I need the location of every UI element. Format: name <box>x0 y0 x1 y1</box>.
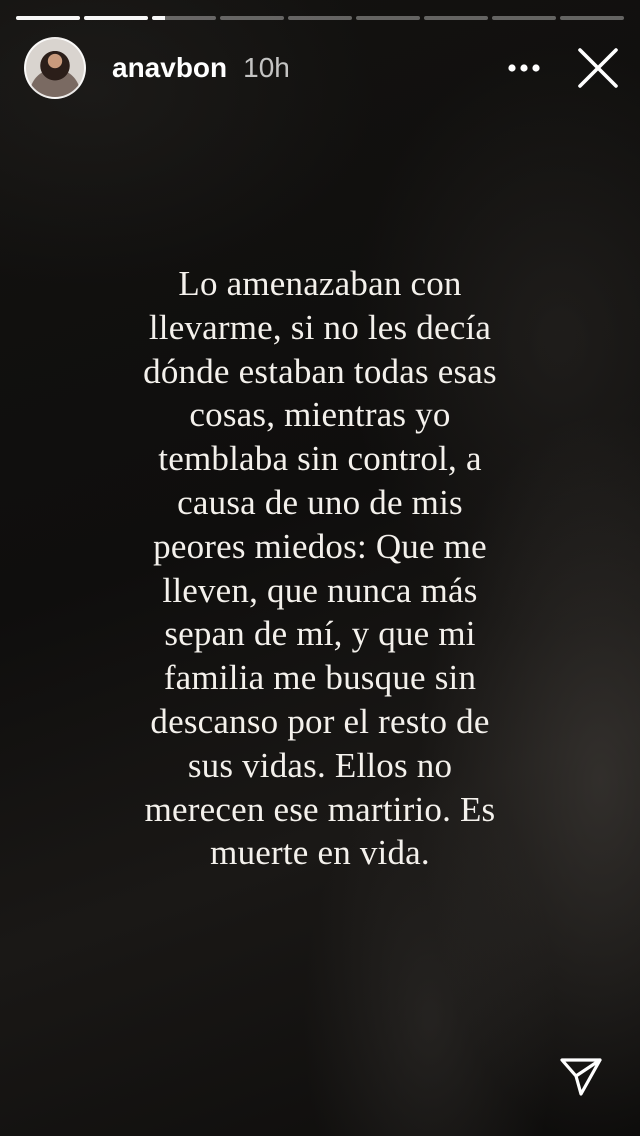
more-options-button[interactable] <box>504 48 544 88</box>
progress-segment <box>220 16 284 20</box>
progress-segment <box>356 16 420 20</box>
more-horizontal-icon <box>508 64 540 72</box>
progress-fill <box>84 16 148 20</box>
progress-segment <box>84 16 148 20</box>
close-button[interactable] <box>574 44 622 92</box>
profile-avatar[interactable] <box>24 37 86 99</box>
send-icon <box>560 1058 602 1096</box>
progress-segment <box>424 16 488 20</box>
story-header: anavbon 10h <box>24 36 622 100</box>
progress-fill <box>152 16 165 20</box>
story-progress-bar <box>16 16 624 20</box>
progress-segment <box>560 16 624 20</box>
story-text: Lo amenazaban con llevarme, si no les de… <box>143 264 497 873</box>
story-viewer[interactable]: anavbon 10h Lo amenazaban con llevarme, … <box>0 0 640 1136</box>
close-icon <box>578 48 618 88</box>
username[interactable]: anavbon <box>112 52 227 84</box>
progress-fill <box>16 16 80 20</box>
progress-segment <box>492 16 556 20</box>
share-button[interactable] <box>557 1053 605 1101</box>
progress-segment <box>288 16 352 20</box>
progress-segment <box>152 16 216 20</box>
progress-segment <box>16 16 80 20</box>
timestamp: 10h <box>243 52 290 83</box>
